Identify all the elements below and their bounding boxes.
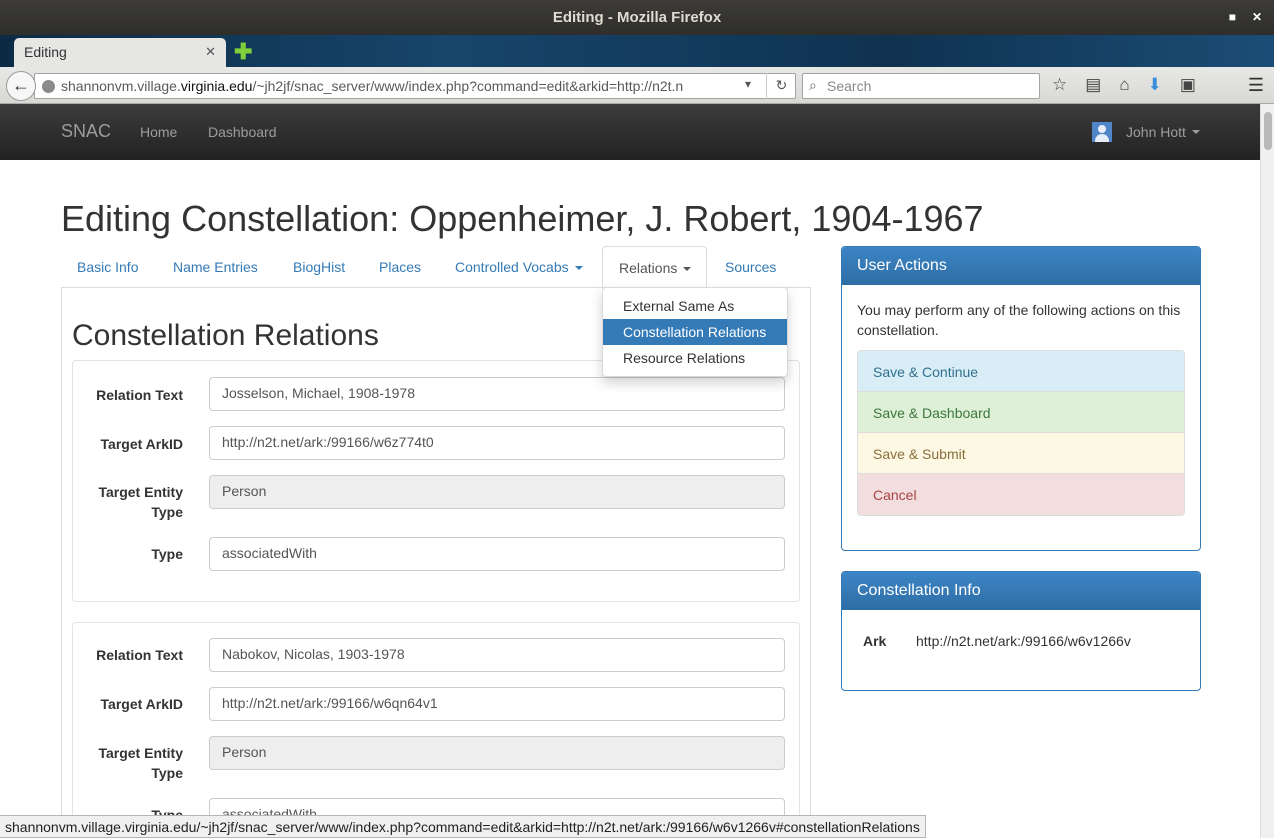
save-continue-button[interactable]: Save & Continue [858,351,1184,392]
screenshot-icon[interactable]: ▣ [1180,75,1196,95]
action-list: Save & Continue Save & Dashboard Save & … [857,350,1185,516]
target-arkid-input[interactable]: http://n2t.net/ark:/99166/w6z774t0 [209,426,785,460]
menu-icon[interactable]: ☰ [1248,75,1264,96]
browser-tab[interactable]: Editing ✕ [14,38,226,67]
reading-list-icon[interactable]: ▤ [1085,75,1101,95]
browser-toolbar: shannonvm.village.virginia.edu/~jh2jf/sn… [0,67,1274,104]
site-navbar: SNAC Home Dashboard John Hott [0,104,1260,160]
relation-card: Relation Text Josselson, Michael, 1908-1… [72,360,800,602]
tab-controlled-vocabs[interactable]: Controlled Vocabs [439,246,599,288]
minimize-icon[interactable]: ■ [1229,10,1236,24]
tab-relations[interactable]: Relations [602,246,707,288]
section-title: Constellation Relations [72,319,379,352]
caret-down-icon [683,267,692,272]
user-avatar-icon [1092,122,1112,142]
ark-label: Ark [863,633,887,649]
search-icon: ⌕ [809,77,817,93]
tab-name-entries[interactable]: Name Entries [157,246,274,288]
cancel-button[interactable]: Cancel [858,474,1184,515]
window-title: Editing - Mozilla Firefox [552,9,722,26]
status-bar: shannonvm.village.virginia.edu/~jh2jf/sn… [0,815,926,838]
url-host: virginia.edu [180,78,253,94]
user-actions-title: User Actions [842,247,1200,285]
target-arkid-label: Target ArkID [100,696,183,712]
type-input[interactable]: associatedWith [209,537,785,571]
search-placeholder: Search [827,78,872,94]
menu-item-external-same-as[interactable]: External Same As [603,293,787,319]
relation-card: Relation Text Nabokov, Nicolas, 1903-197… [72,622,800,838]
menu-item-constellation-relations[interactable]: Constellation Relations [603,319,787,345]
type-label: Type [151,546,183,562]
tab-sources[interactable]: Sources [709,246,792,288]
edit-tabs: Basic Info Name Entries BiogHist Places … [61,246,811,288]
search-input[interactable]: ⌕ Search [802,73,1040,99]
close-tab-icon[interactable]: ✕ [205,44,216,60]
nav-link-home[interactable]: Home [140,124,177,140]
url-history-dropdown-icon[interactable]: ▾ [745,77,751,91]
menu-item-resource-relations[interactable]: Resource Relations [603,345,787,371]
window-titlebar: Editing - Mozilla Firefox ■ ✕ [0,0,1274,35]
page-title: Editing Constellation: Oppenheimer, J. R… [61,198,984,239]
caret-down-icon [574,266,583,271]
constellation-info-panel: Constellation Info Ark http://n2t.net/ar… [841,571,1201,691]
constellation-info-title: Constellation Info [842,572,1200,610]
url-prefix: shannonvm.village. [61,78,181,94]
ark-row: Ark http://n2t.net/ark:/99166/w6v1266v [857,625,1185,657]
browser-tab-title: Editing [24,44,67,60]
relation-text-label: Relation Text [96,387,183,403]
globe-icon [42,80,55,93]
target-entity-type-input: Person [209,475,785,509]
back-button[interactable]: ← [6,71,36,101]
download-icon[interactable]: ⬇ [1148,75,1162,95]
target-entity-type-label: Target Entity Type [98,745,183,781]
user-name: John Hott [1126,124,1186,140]
save-submit-button[interactable]: Save & Submit [858,433,1184,474]
relation-text-input[interactable]: Nabokov, Nicolas, 1903-1978 [209,638,785,672]
tab-strip: Editing ✕ ✚ [0,35,1274,67]
tab-controlled-vocabs-label: Controlled Vocabs [455,259,569,275]
user-actions-panel: User Actions You may perform any of the … [841,246,1201,551]
ark-value: http://n2t.net/ark:/99166/w6v1266v [916,633,1131,649]
scrollbar-thumb[interactable] [1264,112,1272,150]
close-window-icon[interactable]: ✕ [1252,10,1262,24]
target-entity-type-label: Target Entity Type [98,484,183,520]
tab-bioghist[interactable]: BiogHist [277,246,361,288]
target-arkid-input[interactable]: http://n2t.net/ark:/99166/w6qn64v1 [209,687,785,721]
target-entity-type-input: Person [209,736,785,770]
target-arkid-label: Target ArkID [100,436,183,452]
relation-text-label: Relation Text [96,647,183,663]
user-actions-description: You may perform any of the following act… [857,302,1181,338]
tab-places[interactable]: Places [363,246,437,288]
reload-icon[interactable]: ↻ [766,73,796,99]
page-scrollbar[interactable] [1260,104,1274,838]
tab-relations-label: Relations [619,260,678,276]
relation-text-input[interactable]: Josselson, Michael, 1908-1978 [209,377,785,411]
save-dashboard-button[interactable]: Save & Dashboard [858,392,1184,433]
user-menu[interactable]: John Hott [1092,122,1200,142]
tab-basic-info[interactable]: Basic Info [61,246,154,288]
new-tab-icon[interactable]: ✚ [234,39,252,65]
url-bar[interactable]: shannonvm.village.virginia.edu/~jh2jf/sn… [34,73,796,99]
bookmark-star-icon[interactable]: ☆ [1052,75,1067,95]
site-brand[interactable]: SNAC [61,121,111,142]
nav-link-dashboard[interactable]: Dashboard [208,124,277,140]
home-icon[interactable]: ⌂ [1119,75,1129,95]
page-viewport: SNAC Home Dashboard John Hott Editing Co… [0,104,1274,838]
caret-down-icon [1191,130,1200,134]
relations-dropdown-menu: External Same As Constellation Relations… [602,287,788,377]
url-path: /~jh2jf/snac_server/www/index.php?comman… [252,78,684,94]
